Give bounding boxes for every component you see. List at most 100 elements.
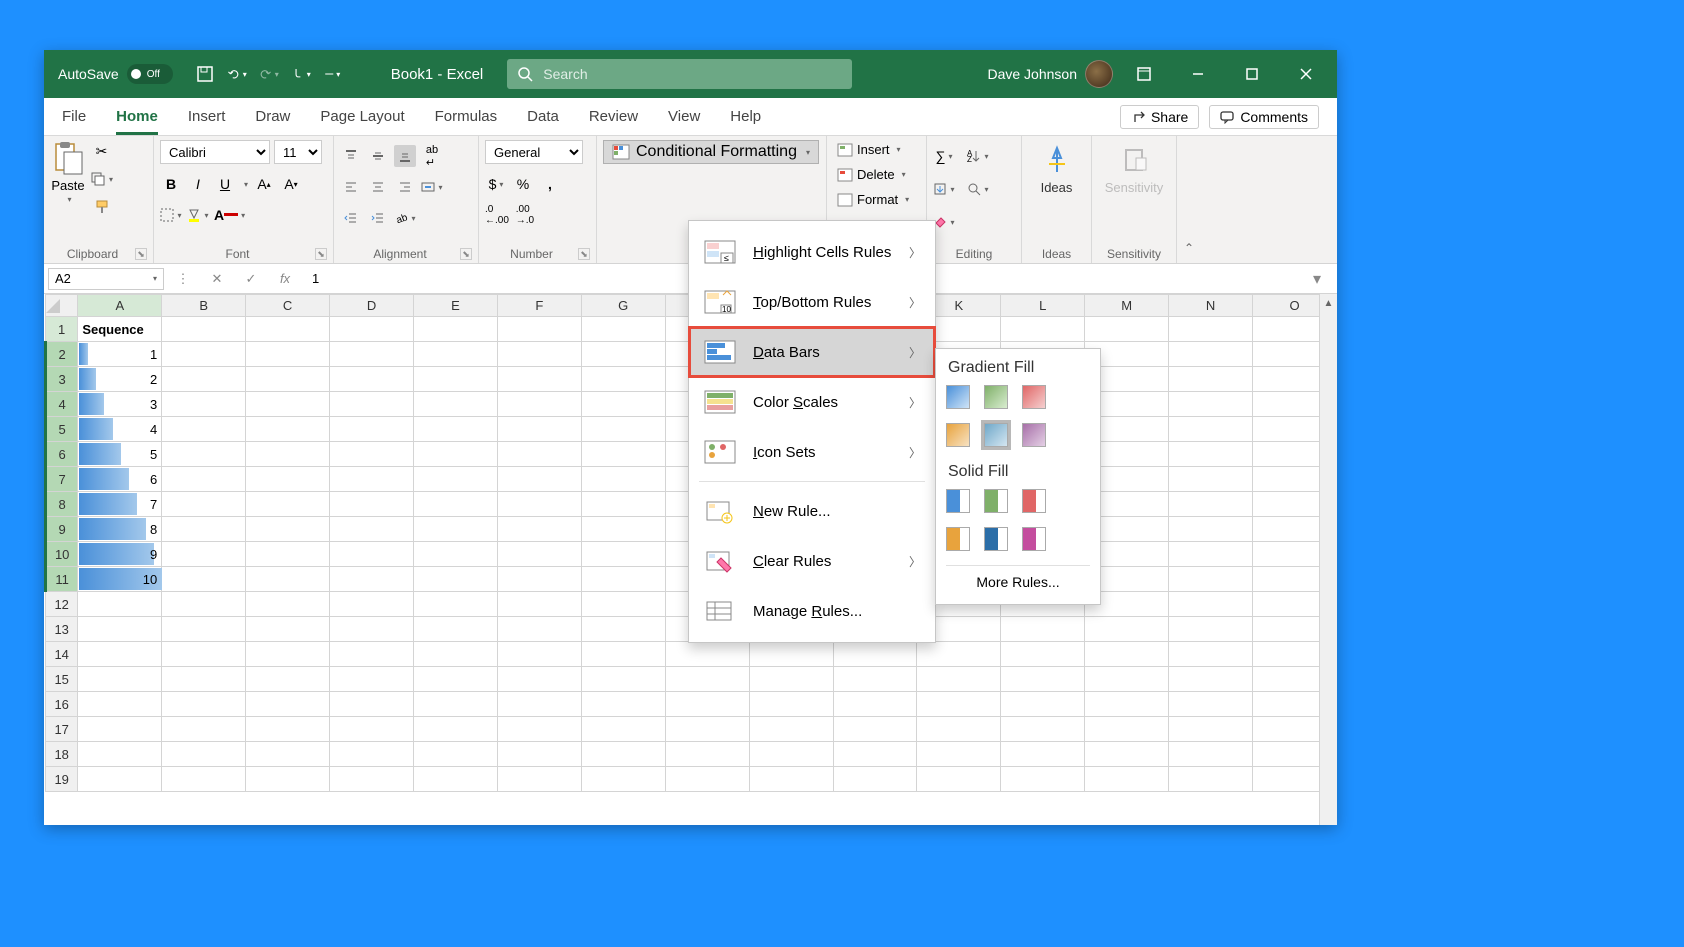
- cell-E10[interactable]: [413, 542, 497, 567]
- cell-D14[interactable]: [330, 642, 414, 667]
- font-launcher[interactable]: ⬊: [315, 248, 327, 260]
- cell-N3[interactable]: [1169, 367, 1253, 392]
- cell-I14[interactable]: [749, 642, 833, 667]
- cell-F11[interactable]: [497, 567, 581, 592]
- tab-file[interactable]: File: [62, 104, 86, 129]
- cell-C9[interactable]: [246, 517, 330, 542]
- cell-M19[interactable]: [1085, 767, 1169, 792]
- cell-N5[interactable]: [1169, 417, 1253, 442]
- delete-cells-button[interactable]: Delete▾: [833, 165, 910, 184]
- row-header-10[interactable]: 10: [46, 542, 78, 567]
- col-header-L[interactable]: L: [1001, 295, 1085, 317]
- row-header-19[interactable]: 19: [46, 767, 78, 792]
- cell-A9[interactable]: 8: [78, 517, 162, 542]
- cell-N4[interactable]: [1169, 392, 1253, 417]
- cell-E8[interactable]: [413, 492, 497, 517]
- cell-N17[interactable]: [1169, 717, 1253, 742]
- cell-G12[interactable]: [581, 592, 665, 617]
- cell-M13[interactable]: [1085, 617, 1169, 642]
- comments-button[interactable]: Comments: [1209, 105, 1319, 129]
- menu-item-color-scales[interactable]: Color Scales〉: [689, 377, 935, 427]
- cell-D8[interactable]: [330, 492, 414, 517]
- row-header-8[interactable]: 8: [46, 492, 78, 517]
- row-header-13[interactable]: 13: [46, 617, 78, 642]
- cell-C2[interactable]: [246, 342, 330, 367]
- cell-N13[interactable]: [1169, 617, 1253, 642]
- cell-B2[interactable]: [162, 342, 246, 367]
- select-all-corner[interactable]: [46, 295, 78, 317]
- cell-B9[interactable]: [162, 517, 246, 542]
- cell-L16[interactable]: [1001, 692, 1085, 717]
- cell-C17[interactable]: [246, 717, 330, 742]
- tab-view[interactable]: View: [668, 104, 700, 129]
- menu-item-clear-rules[interactable]: Clear Rules〉: [689, 536, 935, 586]
- tab-home[interactable]: Home: [116, 104, 158, 129]
- undo-icon[interactable]: ▾: [227, 64, 247, 84]
- cell-J19[interactable]: [833, 767, 917, 792]
- cell-B14[interactable]: [162, 642, 246, 667]
- cell-H16[interactable]: [665, 692, 749, 717]
- cell-A2[interactable]: 1: [78, 342, 162, 367]
- cell-C8[interactable]: [246, 492, 330, 517]
- name-box[interactable]: A2▾: [48, 268, 164, 290]
- cell-M18[interactable]: [1085, 742, 1169, 767]
- cell-N15[interactable]: [1169, 667, 1253, 692]
- solid-green-swatch[interactable]: [984, 489, 1008, 513]
- cell-K15[interactable]: [917, 667, 1001, 692]
- cell-E14[interactable]: [413, 642, 497, 667]
- align-center-icon[interactable]: [367, 176, 389, 198]
- bold-button[interactable]: B: [160, 173, 182, 195]
- increase-indent-icon[interactable]: [367, 207, 389, 229]
- cell-N14[interactable]: [1169, 642, 1253, 667]
- cell-F3[interactable]: [497, 367, 581, 392]
- tab-help[interactable]: Help: [730, 104, 761, 129]
- cell-E17[interactable]: [413, 717, 497, 742]
- col-header-B[interactable]: B: [162, 295, 246, 317]
- cell-B15[interactable]: [162, 667, 246, 692]
- cell-J16[interactable]: [833, 692, 917, 717]
- cell-N7[interactable]: [1169, 467, 1253, 492]
- ribbon-display-icon[interactable]: [1121, 58, 1167, 90]
- sensitivity-button[interactable]: Sensitivity: [1098, 140, 1170, 199]
- cell-D17[interactable]: [330, 717, 414, 742]
- cell-D7[interactable]: [330, 467, 414, 492]
- cell-M17[interactable]: [1085, 717, 1169, 742]
- cell-N2[interactable]: [1169, 342, 1253, 367]
- cell-G13[interactable]: [581, 617, 665, 642]
- cell-G11[interactable]: [581, 567, 665, 592]
- clipboard-launcher[interactable]: ⬊: [135, 248, 147, 260]
- fx-icon[interactable]: fx: [270, 271, 300, 286]
- copy-icon[interactable]: ▾: [90, 168, 113, 190]
- cell-F2[interactable]: [497, 342, 581, 367]
- cell-I19[interactable]: [749, 767, 833, 792]
- cell-B13[interactable]: [162, 617, 246, 642]
- align-left-icon[interactable]: [340, 176, 362, 198]
- cell-C13[interactable]: [246, 617, 330, 642]
- decrease-indent-icon[interactable]: [340, 207, 362, 229]
- customize-qat-icon[interactable]: ⎯▾: [323, 64, 343, 84]
- cell-M16[interactable]: [1085, 692, 1169, 717]
- fill-color-icon[interactable]: ▾: [187, 204, 209, 226]
- cell-B3[interactable]: [162, 367, 246, 392]
- tab-draw[interactable]: Draw: [255, 104, 290, 129]
- cell-E12[interactable]: [413, 592, 497, 617]
- comma-icon[interactable]: ,: [539, 173, 561, 195]
- cell-B12[interactable]: [162, 592, 246, 617]
- vertical-scrollbar[interactable]: ▲: [1319, 294, 1337, 825]
- cell-N10[interactable]: [1169, 542, 1253, 567]
- cell-G1[interactable]: [581, 317, 665, 342]
- cell-F7[interactable]: [497, 467, 581, 492]
- cell-N12[interactable]: [1169, 592, 1253, 617]
- cell-H19[interactable]: [665, 767, 749, 792]
- cell-F14[interactable]: [497, 642, 581, 667]
- autosum-icon[interactable]: ∑▾: [933, 145, 955, 167]
- cell-A4[interactable]: 3: [78, 392, 162, 417]
- format-cells-button[interactable]: Format▾: [833, 190, 913, 209]
- cell-I17[interactable]: [749, 717, 833, 742]
- search-input[interactable]: [543, 66, 842, 82]
- sort-filter-icon[interactable]: AZ▾: [967, 145, 989, 167]
- scroll-up-icon[interactable]: ▲: [1320, 294, 1337, 312]
- cell-L15[interactable]: [1001, 667, 1085, 692]
- cell-E9[interactable]: [413, 517, 497, 542]
- percent-icon[interactable]: %: [512, 173, 534, 195]
